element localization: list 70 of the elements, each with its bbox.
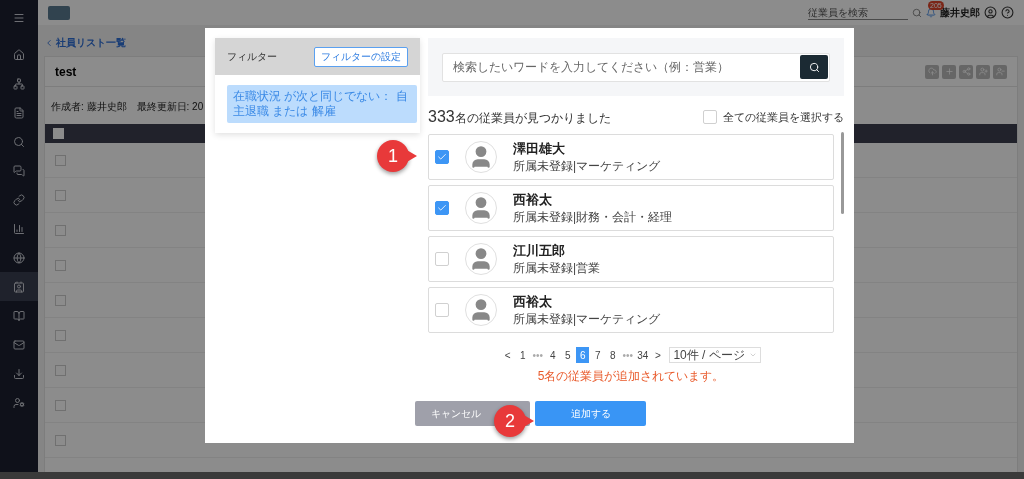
page-ellipsis: ••• <box>531 348 544 363</box>
row-checkbox[interactable] <box>55 399 66 411</box>
employee-department: 所属未登録|マーケティング <box>513 311 661 327</box>
row-checkbox[interactable] <box>55 329 66 341</box>
toolbar-icon-button[interactable] <box>993 64 1007 79</box>
cloud-upload-icon <box>927 67 937 76</box>
chevron-left-icon[interactable] <box>44 37 54 48</box>
user-plus-icon <box>978 67 988 76</box>
select-all-checkbox[interactable] <box>703 110 717 124</box>
employee-search-field[interactable]: 従業員を検索 <box>808 5 908 20</box>
toolbar-icon-button[interactable] <box>959 64 973 79</box>
contact-card-icon[interactable] <box>0 272 38 301</box>
page-size-select[interactable]: 10件 / ページ <box>669 347 761 363</box>
row-checkbox[interactable] <box>55 259 66 271</box>
page-ellipsis: ••• <box>621 348 634 363</box>
result-count: 333名の従業員が見つかりました <box>428 107 611 127</box>
page-arrow[interactable]: > <box>651 347 665 363</box>
keyword-search-field[interactable]: 検索したいワードを入力してください（例：営業） <box>442 52 830 82</box>
select-all-label: 全ての従業員を選択する <box>723 109 844 125</box>
row-checkbox[interactable] <box>55 294 66 306</box>
employee-name: 西裕太 <box>513 293 553 310</box>
card-meta: 作成者: 藤井史郎 最終更新日: 20 <box>51 100 204 114</box>
user-minus-icon <box>995 67 1005 76</box>
plus-icon <box>944 67 954 76</box>
employee-checkbox[interactable] <box>435 303 449 317</box>
checkmark-icon <box>437 152 447 162</box>
employee-name: 江川五郎 <box>513 242 566 259</box>
user-avatar-icon[interactable] <box>984 6 997 19</box>
row-checkbox[interactable] <box>55 434 66 446</box>
page-number[interactable]: 1 <box>516 347 530 363</box>
employee-department: 所属未登録|財務・会計・経理 <box>513 209 673 225</box>
row-checkbox[interactable] <box>55 364 66 376</box>
page-number[interactable]: 34 <box>636 347 650 363</box>
help-icon[interactable] <box>1001 6 1014 19</box>
page-number[interactable]: 8 <box>606 347 620 363</box>
checkmark-icon <box>437 203 447 213</box>
page-number[interactable]: 4 <box>546 347 560 363</box>
filter-condition-tag: 在職状況 が次と同じでない： 自主退職 または 解雇 <box>227 85 417 123</box>
employee-name: 西裕太 <box>513 191 553 208</box>
share-icon <box>961 67 971 76</box>
card-title: test <box>55 63 77 81</box>
page-number[interactable]: 7 <box>591 347 605 363</box>
search-icon[interactable] <box>912 7 922 18</box>
page-number[interactable]: 5 <box>561 347 575 363</box>
notification-bell-icon[interactable] <box>926 7 936 18</box>
search-button[interactable] <box>800 55 828 79</box>
row-checkbox[interactable] <box>55 189 66 201</box>
employee-name: 澤田雄大 <box>513 140 566 157</box>
employee-card[interactable]: 澤田雄大 所属未登録|マーケティング <box>428 134 834 180</box>
employee-card[interactable]: 江川五郎 所属未登録|営業 <box>428 236 834 282</box>
employee-card[interactable]: 西裕太 所属未登録|マーケティング <box>428 287 834 333</box>
employee-card[interactable]: 西裕太 所属未登録|財務・会計・経理 <box>428 185 834 231</box>
filter-title: フィルター <box>227 50 277 64</box>
employee-department: 所属未登録|営業 <box>513 260 601 276</box>
added-message: 5名の従業員が追加されています。 <box>536 368 726 385</box>
page-arrow[interactable]: < <box>501 347 515 363</box>
chevron-down-icon <box>748 351 757 359</box>
employee-checkbox[interactable] <box>435 252 449 266</box>
toolbar-icon-button[interactable] <box>942 64 956 79</box>
row-checkbox[interactable] <box>55 154 66 166</box>
employee-checkbox[interactable] <box>435 150 449 164</box>
employee-department: 所属未登録|マーケティング <box>513 158 661 174</box>
toolbar-icon-button[interactable] <box>976 64 990 79</box>
employee-checkbox[interactable] <box>435 201 449 215</box>
row-checkbox[interactable] <box>55 224 66 236</box>
filter-settings-button[interactable]: フィルターの設定 <box>314 46 408 67</box>
search-icon <box>808 61 820 73</box>
logo-photo-placeholder <box>48 5 70 20</box>
toolbar-icon-button[interactable] <box>925 64 939 79</box>
header-checkbox[interactable] <box>53 128 64 139</box>
